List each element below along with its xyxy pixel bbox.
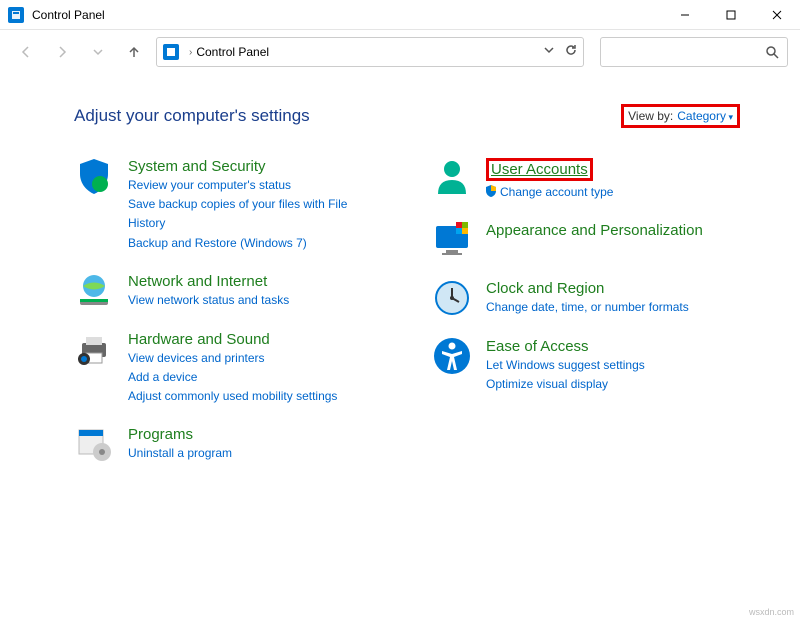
close-button[interactable] bbox=[754, 0, 800, 30]
breadcrumb-root[interactable]: Control Panel bbox=[196, 45, 269, 59]
category-link[interactable]: Backup and Restore (Windows 7) bbox=[128, 234, 382, 253]
category-title[interactable]: User Accounts bbox=[486, 158, 593, 181]
shield-icon bbox=[74, 156, 114, 196]
category-network: Network and Internet View network status… bbox=[74, 271, 382, 311]
maximize-button[interactable] bbox=[708, 0, 754, 30]
category-link[interactable]: Change date, time, or number formats bbox=[486, 298, 689, 317]
view-by-value: Category bbox=[677, 109, 733, 123]
category-title[interactable]: Ease of Access bbox=[486, 338, 589, 355]
address-bar[interactable]: › Control Panel bbox=[156, 37, 584, 67]
toolbar: › Control Panel bbox=[0, 30, 800, 74]
page-heading: Adjust your computer's settings bbox=[74, 106, 310, 126]
content-area: Adjust your computer's settings View by:… bbox=[0, 74, 800, 502]
uac-shield-icon bbox=[486, 184, 496, 196]
chevron-right-icon: › bbox=[189, 47, 192, 58]
category-title[interactable]: Programs bbox=[128, 426, 193, 443]
category-title[interactable]: Appearance and Personalization bbox=[486, 222, 703, 239]
chevron-down-icon[interactable] bbox=[543, 43, 555, 61]
category-user-accounts: User Accounts Change account type bbox=[432, 156, 740, 202]
category-link[interactable]: Optimize visual display bbox=[486, 375, 645, 394]
location-icon bbox=[163, 44, 179, 60]
category-title[interactable]: Network and Internet bbox=[128, 273, 267, 290]
search-box[interactable] bbox=[600, 37, 788, 67]
category-clock: Clock and Region Change date, time, or n… bbox=[432, 278, 740, 318]
globe-icon bbox=[74, 271, 114, 311]
category-link[interactable]: Save backup copies of your files with Fi… bbox=[128, 195, 382, 233]
monitor-icon bbox=[432, 220, 472, 260]
category-link[interactable]: Uninstall a program bbox=[128, 444, 232, 463]
minimize-button[interactable] bbox=[662, 0, 708, 30]
category-link[interactable]: Add a device bbox=[128, 368, 337, 387]
programs-icon bbox=[74, 424, 114, 464]
search-icon bbox=[765, 45, 779, 59]
category-link[interactable]: Let Windows suggest settings bbox=[486, 356, 645, 375]
back-button[interactable] bbox=[12, 38, 40, 66]
printer-icon bbox=[74, 329, 114, 369]
forward-button[interactable] bbox=[48, 38, 76, 66]
category-system-security: System and Security Review your computer… bbox=[74, 156, 382, 253]
clock-icon bbox=[432, 278, 472, 318]
up-button[interactable] bbox=[120, 38, 148, 66]
recent-locations-button[interactable] bbox=[84, 38, 112, 66]
watermark: wsxdn.com bbox=[749, 607, 794, 617]
category-link[interactable]: View devices and printers bbox=[128, 349, 337, 368]
category-title[interactable]: System and Security bbox=[128, 158, 266, 175]
left-column: System and Security Review your computer… bbox=[74, 156, 382, 482]
window-title: Control Panel bbox=[32, 8, 105, 22]
category-appearance: Appearance and Personalization bbox=[432, 220, 740, 260]
accessibility-icon bbox=[432, 336, 472, 376]
category-link[interactable]: Change account type bbox=[486, 183, 613, 202]
titlebar: Control Panel bbox=[0, 0, 800, 30]
category-ease-of-access: Ease of Access Let Windows suggest setti… bbox=[432, 336, 740, 394]
category-title[interactable]: Clock and Region bbox=[486, 280, 604, 297]
view-by-label: View by: bbox=[628, 109, 673, 123]
refresh-button[interactable] bbox=[565, 43, 577, 61]
view-by-dropdown[interactable]: View by: Category bbox=[621, 104, 740, 128]
category-hardware: Hardware and Sound View devices and prin… bbox=[74, 329, 382, 407]
control-panel-icon bbox=[8, 7, 24, 23]
category-link[interactable]: Review your computer's status bbox=[128, 176, 382, 195]
category-programs: Programs Uninstall a program bbox=[74, 424, 382, 464]
window-controls bbox=[662, 0, 800, 30]
category-link[interactable]: View network status and tasks bbox=[128, 291, 289, 310]
category-link[interactable]: Adjust commonly used mobility settings bbox=[128, 387, 337, 406]
user-icon bbox=[432, 156, 472, 196]
right-column: User Accounts Change account type Appear… bbox=[432, 156, 740, 482]
category-title[interactable]: Hardware and Sound bbox=[128, 331, 270, 348]
